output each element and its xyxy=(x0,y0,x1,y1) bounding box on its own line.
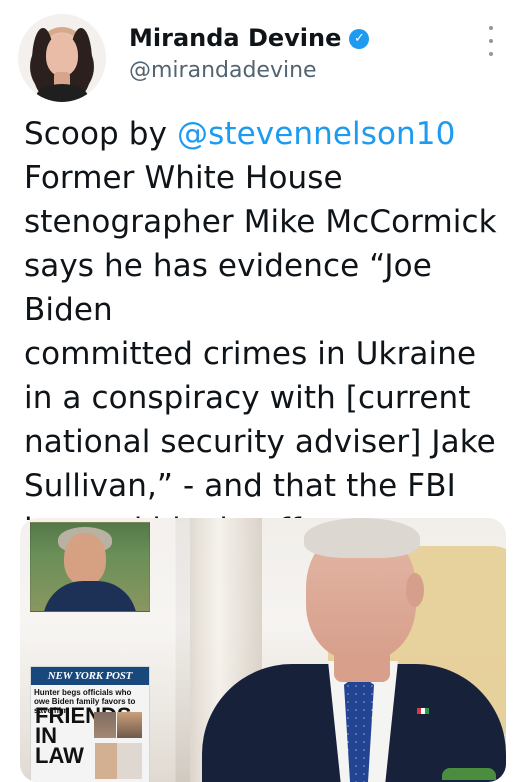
tweet-media[interactable]: NEW YORK POST Hunter begs officials who … xyxy=(20,518,506,782)
flag-pin-icon xyxy=(417,708,429,714)
newspaper-headline: FRIENDS IN LAW xyxy=(35,705,132,768)
inset-body xyxy=(43,581,137,611)
verified-badge-icon: ✓ xyxy=(349,28,370,49)
tweet-mention-link[interactable]: @stevennelson10 xyxy=(177,116,456,152)
tweet-line-5: committed crimes in Ukraine xyxy=(24,336,477,372)
newspaper-cover: NEW YORK POST Hunter begs officials who … xyxy=(30,666,150,782)
more-dot-3 xyxy=(489,52,493,56)
tweet-line-8: Sullivan,” - and that the FBI xyxy=(24,468,456,504)
newspaper-photo-2 xyxy=(117,712,142,738)
more-dot-1 xyxy=(489,26,493,30)
user-handle[interactable]: @mirandadevine xyxy=(129,60,317,82)
more-options-icon[interactable] xyxy=(487,26,495,56)
tweet-prefix: Scoop by xyxy=(24,116,177,152)
newspaper-photo-3 xyxy=(95,743,142,779)
more-dot-2 xyxy=(489,39,493,43)
tweet-line-3: stenographer Mike McCormick xyxy=(24,204,497,240)
tweet-line-1: Scoop by @stevennelson10 xyxy=(24,112,506,156)
main-subject-hair xyxy=(304,518,420,558)
tweet-text: Scoop by @stevennelson10 Former White Ho… xyxy=(24,112,506,552)
avatar-face xyxy=(46,34,78,76)
main-subject-ear xyxy=(406,573,424,607)
tweet-line-7: national security adviser] Jake xyxy=(24,424,496,460)
user-name-row[interactable]: Miranda Devine ✓ xyxy=(129,26,370,50)
inset-face xyxy=(64,533,106,585)
inset-photo xyxy=(30,522,150,612)
tweet-line-4: says he has evidence “Joe Biden xyxy=(24,248,432,328)
headline-line-3: LAW xyxy=(35,743,84,768)
newspaper-masthead: NEW YORK POST xyxy=(31,667,149,685)
tweet-line-2: Former White House xyxy=(24,160,343,196)
display-name[interactable]: Miranda Devine xyxy=(129,26,341,50)
newspaper-photo-1 xyxy=(94,712,116,738)
tweet-card: Miranda Devine ✓ @mirandadevine Scoop by… xyxy=(0,0,526,782)
profile-avatar[interactable] xyxy=(18,14,106,102)
tweet-line-6: in a conspiracy with [current xyxy=(24,380,471,416)
foreground-plant xyxy=(442,768,496,780)
